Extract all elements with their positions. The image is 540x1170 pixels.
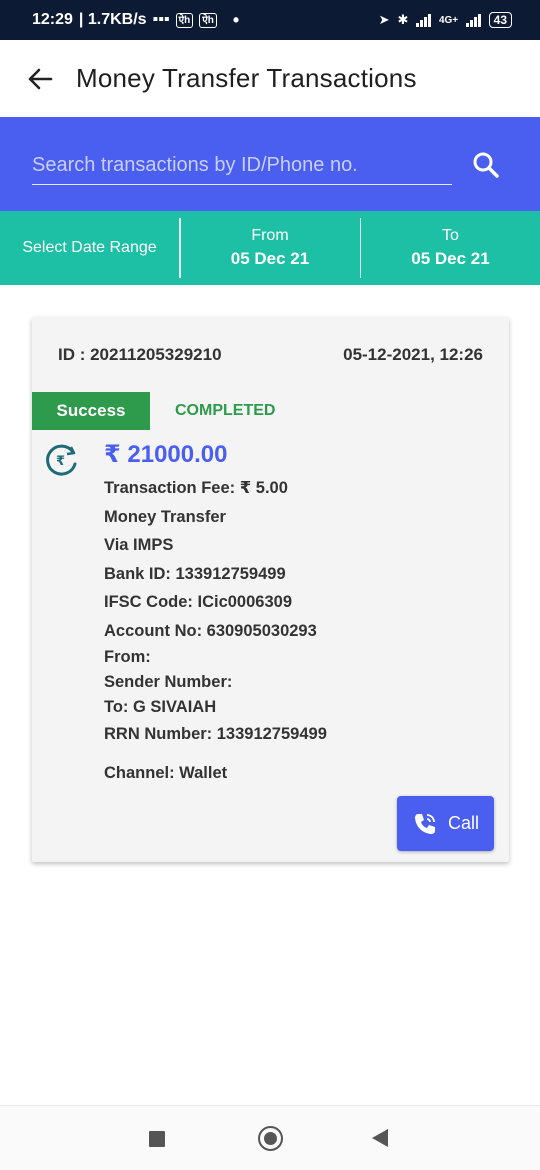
from-date-picker[interactable]: From 05 Dec 21 bbox=[181, 211, 360, 285]
call-button[interactable]: Call bbox=[397, 796, 494, 851]
status-left: 12:29 | 1.7KB/s ▪▪▪ ऐh ऐh • bbox=[32, 10, 239, 31]
network-speed: | 1.7KB/s bbox=[78, 11, 147, 28]
from-field: From: bbox=[104, 648, 151, 666]
date-range-bar: Select Date Range From 05 Dec 21 To 05 D… bbox=[0, 211, 540, 285]
back-button[interactable] bbox=[10, 49, 70, 109]
more-notifications-icon: • bbox=[232, 9, 240, 30]
transaction-card[interactable]: ID : 20211205329210 05-12-2021, 12:26 Su… bbox=[32, 317, 509, 862]
sender-number: Sender Number: bbox=[104, 673, 233, 691]
transaction-type: Money Transfer bbox=[104, 507, 226, 526]
location-icon: ➤ bbox=[378, 12, 390, 27]
phone-icon bbox=[414, 813, 435, 834]
svg-text:₹: ₹ bbox=[56, 454, 65, 469]
app-notification-icon-2: ऐh bbox=[199, 12, 217, 28]
to-label: To bbox=[442, 227, 459, 244]
battery-icon: 43 bbox=[488, 12, 512, 28]
home-icon bbox=[264, 1132, 277, 1145]
from-date-value: 05 Dec 21 bbox=[230, 249, 310, 268]
search-input[interactable] bbox=[32, 147, 452, 185]
search-band bbox=[0, 117, 540, 211]
account-number: Account No: 630905030293 bbox=[104, 621, 317, 640]
bluetooth-icon: ✱ bbox=[397, 12, 409, 27]
clock: 12:29 bbox=[32, 11, 73, 28]
system-nav-bar bbox=[0, 1105, 540, 1170]
transaction-amount: ₹ 21000.00 bbox=[104, 441, 228, 468]
transaction-datetime: 05-12-2021, 12:26 bbox=[343, 345, 483, 364]
select-date-range[interactable]: Select Date Range bbox=[0, 211, 179, 285]
app-bar: Money Transfer Transactions bbox=[0, 40, 540, 117]
rupee-transfer-icon: ₹ bbox=[46, 444, 77, 476]
app-notification-icon: ऐh bbox=[175, 12, 194, 28]
channel: Channel: Wallet bbox=[104, 763, 228, 782]
system-back-button[interactable] bbox=[372, 1129, 388, 1147]
status-bar: 12:29 | 1.7KB/s ▪▪▪ ऐh ऐh • ➤ ✱ 4G+ 43 bbox=[0, 0, 540, 40]
to-date-picker[interactable]: To 05 Dec 21 bbox=[361, 211, 540, 285]
card-header: ID : 20211205329210 05-12-2021, 12:26 bbox=[58, 345, 483, 365]
search-icon bbox=[473, 152, 499, 178]
date-range-label: Select Date Range bbox=[22, 239, 157, 256]
transfer-mode: Via IMPS bbox=[104, 536, 174, 554]
message-icon: ▪▪▪ bbox=[152, 11, 170, 28]
recipient: To: G SIVAIAH bbox=[104, 698, 217, 716]
transaction-id: ID : 20211205329210 bbox=[58, 345, 222, 364]
network-type: 4G+ bbox=[438, 14, 459, 26]
ifsc-code: IFSC Code: ICic0006309 bbox=[104, 593, 292, 611]
arrow-left-icon bbox=[28, 68, 53, 89]
rrn-number: RRN Number: 133912759499 bbox=[104, 725, 327, 743]
signal-icon-2 bbox=[466, 13, 481, 27]
transaction-fee: Transaction Fee: ₹ 5.00 bbox=[104, 479, 288, 497]
status-badge: Success bbox=[32, 392, 150, 430]
to-date-value: 05 Dec 21 bbox=[411, 249, 490, 268]
from-label: From bbox=[251, 227, 289, 244]
status-right: ➤ ✱ 4G+ 43 bbox=[379, 12, 512, 28]
search-button[interactable] bbox=[466, 145, 506, 185]
status-text: COMPLETED bbox=[175, 402, 276, 419]
signal-icon bbox=[416, 13, 431, 27]
status-row: Success COMPLETED bbox=[32, 392, 275, 430]
transaction-details: ₹ 21000.00 Transaction Fee: ₹ 5.00 Money… bbox=[104, 440, 327, 787]
home-button[interactable] bbox=[258, 1126, 283, 1151]
page-title: Money Transfer Transactions bbox=[76, 63, 417, 93]
bank-id: Bank ID: 133912759499 bbox=[104, 564, 286, 583]
call-label: Call bbox=[447, 813, 479, 833]
recent-apps-button[interactable] bbox=[149, 1131, 165, 1147]
